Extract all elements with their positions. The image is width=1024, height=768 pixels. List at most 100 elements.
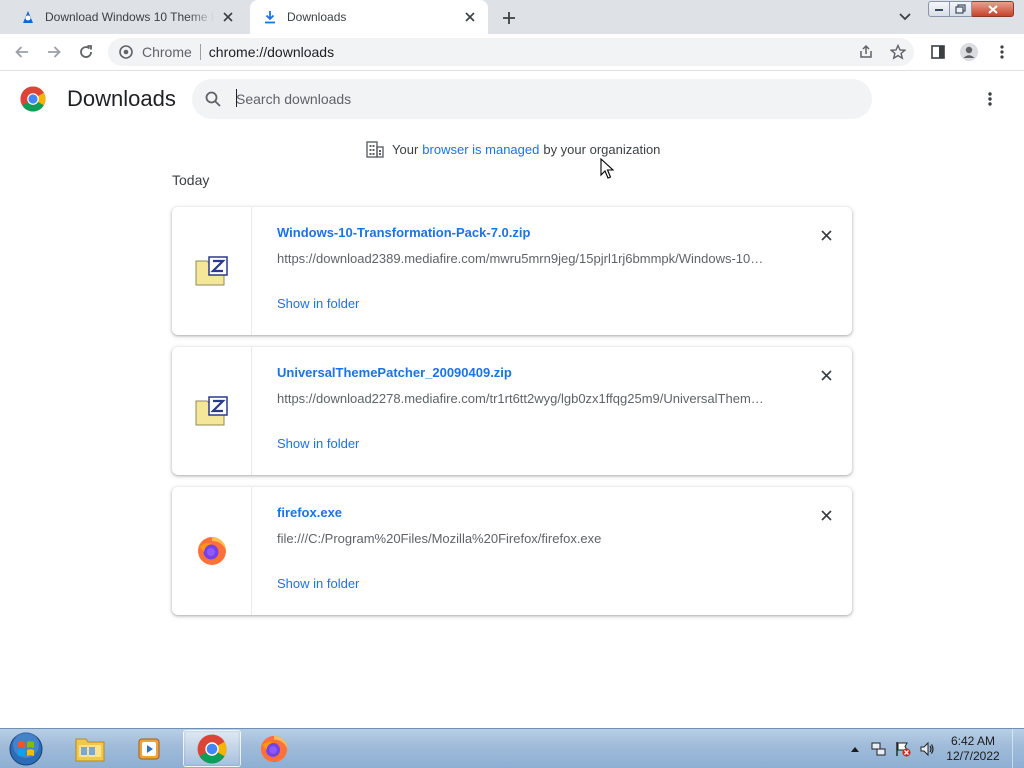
download-item: UniversalThemePatcher_20090409.zip https…	[172, 347, 852, 475]
downloads-header: Downloads	[0, 72, 1024, 128]
remove-download-button[interactable]	[816, 365, 836, 385]
downloads-more-actions-button[interactable]	[980, 89, 1000, 109]
side-panel-icon	[931, 45, 945, 59]
action-center-flag-icon[interactable]	[894, 740, 912, 758]
taskbar-clock[interactable]: 6:42 AM 12/7/2022	[940, 734, 1006, 764]
file-icon-column	[172, 487, 252, 615]
bookmark-button[interactable]	[888, 38, 908, 66]
back-button[interactable]	[12, 42, 32, 62]
kebab-menu-icon	[1000, 45, 1004, 59]
tab-title: Download Windows 10 Theme For Windows 7	[45, 10, 214, 24]
side-panel-button[interactable]	[928, 42, 948, 62]
zip-file-icon	[195, 256, 228, 286]
tab-search-button[interactable]	[896, 8, 914, 26]
building-icon	[366, 141, 384, 158]
close-tab-icon[interactable]	[462, 9, 478, 25]
media-player-icon	[138, 738, 160, 759]
file-icon-column	[172, 347, 252, 475]
tab-favicon-icon	[20, 9, 36, 25]
address-bar[interactable]: Chrome chrome://downloads	[108, 38, 914, 66]
plus-icon	[503, 12, 515, 24]
network-icon[interactable]	[870, 740, 888, 758]
text-caret	[236, 89, 237, 107]
browser-toolbar: Chrome chrome://downloads	[0, 34, 1024, 71]
firefox-icon	[260, 735, 288, 762]
close-icon	[820, 229, 832, 241]
star-icon	[890, 44, 906, 60]
share-button[interactable]	[856, 38, 876, 66]
minimize-button[interactable]	[928, 1, 950, 17]
file-source-url: https://download2278.mediafire.com/tr1rt…	[277, 391, 764, 406]
url-text[interactable]: chrome://downloads	[209, 44, 334, 60]
minimize-icon	[935, 9, 943, 11]
search-input[interactable]	[236, 89, 836, 109]
avatar-icon	[960, 43, 978, 61]
clock-date: 12/7/2022	[946, 749, 1000, 763]
mouse-cursor-icon	[600, 158, 614, 179]
volume-icon[interactable]	[918, 740, 936, 758]
site-name: Chrome	[142, 44, 192, 60]
taskbar-chrome[interactable]	[183, 730, 241, 767]
close-tab-icon[interactable]	[220, 9, 236, 25]
managed-notice: Your browser is managed by your organiza…	[366, 140, 660, 158]
chrome-site-icon	[118, 44, 134, 60]
forward-button[interactable]	[44, 42, 64, 62]
arrow-right-icon	[48, 46, 61, 58]
download-item: firefox.exe file:///C:/Program%20Files/M…	[172, 487, 852, 615]
chevron-down-icon	[899, 13, 911, 21]
profile-button[interactable]	[959, 42, 979, 62]
show-desktop-button[interactable]	[1012, 729, 1024, 768]
show-in-folder-link[interactable]: Show in folder	[277, 436, 359, 451]
search-downloads-box[interactable]	[192, 79, 872, 119]
system-tray	[843, 729, 939, 768]
show-in-folder-link[interactable]: Show in folder	[277, 576, 359, 591]
share-icon	[860, 44, 872, 58]
start-button[interactable]	[6, 730, 46, 768]
search-icon	[205, 91, 221, 107]
remove-download-button[interactable]	[816, 225, 836, 245]
new-tab-button[interactable]	[498, 7, 520, 29]
file-source-url: file:///C:/Program%20Files/Mozilla%20Fir…	[277, 531, 602, 546]
restore-icon	[955, 4, 966, 14]
chrome-logo-icon	[20, 86, 46, 112]
window-controls	[928, 1, 1014, 17]
file-source-url: https://download2389.mediafire.com/mwru5…	[277, 251, 764, 266]
chevron-up-icon	[851, 747, 859, 752]
chrome-icon	[197, 734, 227, 763]
omnibox-separator	[199, 44, 201, 60]
page-title: Downloads	[67, 86, 176, 111]
download-item: Windows-10-Transformation-Pack-7.0.zip h…	[172, 207, 852, 335]
close-icon	[820, 509, 832, 521]
tab-strip: Download Windows 10 Theme For Windows 7 …	[0, 0, 1024, 34]
remove-download-button[interactable]	[816, 505, 836, 525]
taskbar-firefox[interactable]	[245, 730, 303, 767]
close-icon	[987, 4, 998, 14]
reload-button[interactable]	[76, 42, 96, 62]
tab-download-windows-10-theme[interactable]: Download Windows 10 Theme For Windows 7	[8, 0, 246, 34]
taskbar-media-player[interactable]	[121, 730, 179, 767]
file-name-link[interactable]: firefox.exe	[277, 505, 342, 520]
tab-title: Downloads	[287, 10, 347, 24]
managed-suffix: by your organization	[543, 141, 661, 157]
tab-downloads[interactable]: Downloads	[250, 0, 488, 34]
zip-file-icon	[195, 396, 228, 426]
browser-managed-link[interactable]: browser is managed	[422, 142, 539, 157]
windows-start-icon	[9, 732, 43, 766]
kebab-menu-icon	[988, 92, 992, 106]
show-hidden-icons-button[interactable]	[846, 740, 864, 758]
arrow-left-icon	[15, 46, 28, 58]
file-name-link[interactable]: UniversalThemePatcher_20090409.zip	[277, 365, 512, 380]
date-group-label: Today	[172, 172, 210, 188]
restore-button[interactable]	[950, 1, 972, 17]
close-window-button[interactable]	[972, 1, 1014, 17]
firefox-icon	[197, 537, 226, 565]
chrome-menu-button[interactable]	[992, 42, 1012, 62]
explorer-icon	[75, 738, 105, 761]
download-icon	[262, 9, 278, 25]
reload-icon	[80, 45, 92, 58]
managed-prefix: Your	[392, 141, 419, 157]
show-in-folder-link[interactable]: Show in folder	[277, 296, 359, 311]
taskbar-explorer[interactable]	[61, 730, 119, 767]
file-name-link[interactable]: Windows-10-Transformation-Pack-7.0.zip	[277, 225, 530, 240]
clock-time: 6:42 AM	[950, 734, 996, 748]
